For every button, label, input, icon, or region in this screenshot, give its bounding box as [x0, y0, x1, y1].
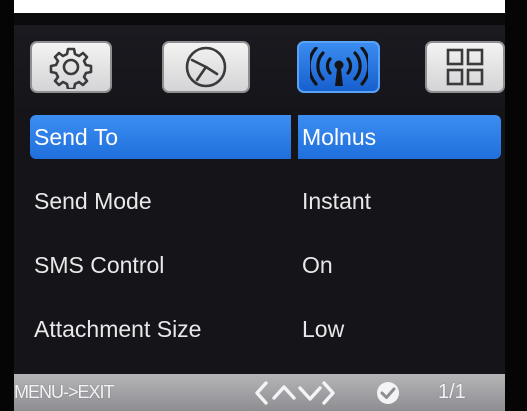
- menu-row-attachment-size[interactable]: Attachment Size Low: [14, 299, 505, 363]
- bezel-right: [505, 0, 527, 411]
- menu-row-value: On: [302, 252, 333, 278]
- menu-row-label: Send Mode: [34, 188, 152, 214]
- menu-row-label: Attachment Size: [34, 316, 202, 342]
- page-indicator: 1/1: [438, 381, 466, 403]
- menu-row-value: Molnus: [298, 115, 501, 159]
- tab-time[interactable]: [162, 41, 250, 93]
- lcd-screen: Send To Molnus Send Mode Instant SMS Con…: [14, 25, 505, 411]
- tab-settings[interactable]: [30, 41, 112, 93]
- menu-row-sms-control[interactable]: SMS Control On: [14, 235, 505, 299]
- menu-row-value: Low: [302, 316, 345, 342]
- bezel-left: [0, 0, 14, 411]
- clock-icon: [185, 46, 227, 88]
- tab-system[interactable]: [425, 41, 505, 93]
- exit-hint: MENU->EXIT: [14, 382, 115, 402]
- menu-row-send-to[interactable]: Send To Molnus: [14, 107, 505, 171]
- menu-row-label: Send To: [30, 115, 291, 159]
- navigation-arrows-icon: [255, 381, 335, 405]
- menu-row-send-mode[interactable]: Send Mode Instant: [14, 171, 505, 235]
- check-icon: [377, 382, 399, 404]
- status-bar: MENU->EXIT 1/1: [14, 374, 505, 411]
- wireless-signal-icon: [309, 47, 368, 86]
- menu-list: Send To Molnus Send Mode Instant SMS Con…: [14, 107, 505, 363]
- menu-row-label: SMS Control: [34, 252, 165, 278]
- gear-icon: [49, 47, 93, 89]
- menu-row-value: Instant: [302, 188, 372, 214]
- photo-edge: [0, 0, 527, 13]
- tab-wireless[interactable]: [297, 41, 380, 93]
- camera-device: Send To Molnus Send Mode Instant SMS Con…: [0, 0, 527, 411]
- grid-icon: [446, 48, 484, 86]
- tab-bar: [14, 25, 505, 107]
